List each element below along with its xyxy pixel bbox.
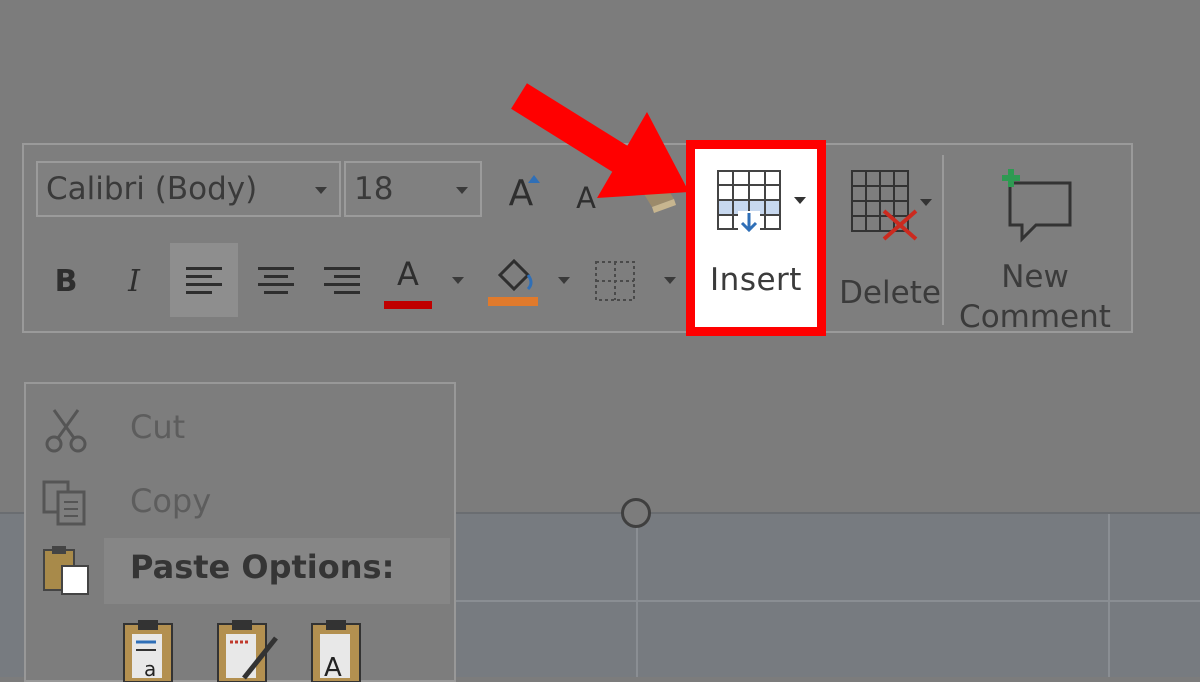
bold-icon: B: [54, 263, 78, 299]
align-left-button[interactable]: [170, 243, 238, 317]
font-size-combo[interactable]: 18: [344, 161, 482, 217]
menu-item-copy[interactable]: Copy: [26, 468, 454, 538]
font-color-swatch: [384, 301, 432, 309]
selection-handle[interactable]: [621, 498, 651, 528]
align-right-icon: [324, 267, 360, 294]
chevron-down-icon: [456, 187, 468, 194]
toolbar-separator: [942, 155, 944, 325]
chevron-down-icon[interactable]: [664, 277, 676, 284]
new-comment-label: New Comment: [959, 259, 1111, 335]
table-gridline: [636, 514, 638, 677]
paste-options-label: Paste Options:: [130, 548, 395, 586]
paste-keep-source-icon[interactable]: a: [120, 618, 180, 682]
table-gridline: [455, 600, 1200, 602]
new-comment-icon: [1002, 169, 1072, 243]
paste-merge-formatting-icon[interactable]: [214, 618, 280, 682]
delete-label: Delete: [839, 275, 941, 311]
bold-button[interactable]: B: [44, 255, 88, 307]
paste-text-only-icon[interactable]: A: [308, 618, 368, 682]
font-color-button[interactable]: A: [380, 251, 436, 313]
font-size-value: 18: [354, 171, 394, 207]
new-comment-button[interactable]: New Comment: [950, 161, 1120, 335]
italic-icon: I: [128, 263, 140, 299]
copy-label: Copy: [130, 482, 212, 520]
table-gridline: [1108, 514, 1110, 677]
insert-label: Insert: [710, 262, 802, 298]
delete-table-icon: [851, 170, 932, 241]
copy-icon: [42, 480, 86, 526]
chevron-down-icon[interactable]: [452, 277, 464, 284]
menu-item-cut[interactable]: Cut: [26, 394, 454, 464]
svg-text:A: A: [324, 653, 342, 682]
chevron-down-icon[interactable]: [558, 277, 570, 284]
font-color-icon: A: [397, 255, 419, 293]
insert-button[interactable]: Insert: [686, 140, 826, 336]
insert-table-icon: [717, 170, 806, 233]
delete-button[interactable]: Delete: [838, 161, 942, 323]
context-menu: Cut Copy Paste Options: a A: [24, 382, 456, 682]
align-center-icon: [258, 267, 294, 294]
align-center-button[interactable]: [248, 243, 304, 317]
shading-button[interactable]: [484, 249, 542, 313]
font-name-value: Calibri (Body): [46, 171, 258, 207]
italic-button[interactable]: I: [112, 255, 156, 307]
paste-options-header: Paste Options:: [104, 538, 450, 604]
cut-label: Cut: [130, 408, 186, 446]
align-right-button[interactable]: [314, 243, 370, 317]
chevron-down-icon: [315, 187, 327, 194]
scissors-icon: [45, 409, 87, 453]
paste-icon: [43, 546, 89, 595]
borders-icon: [595, 261, 635, 301]
pointer-arrow-icon: [511, 83, 689, 198]
borders-button[interactable]: [590, 253, 640, 309]
align-left-icon: [186, 267, 222, 294]
svg-text:a: a: [144, 657, 156, 681]
paint-bucket-icon: [488, 258, 538, 306]
font-name-combo[interactable]: Calibri (Body): [36, 161, 341, 217]
